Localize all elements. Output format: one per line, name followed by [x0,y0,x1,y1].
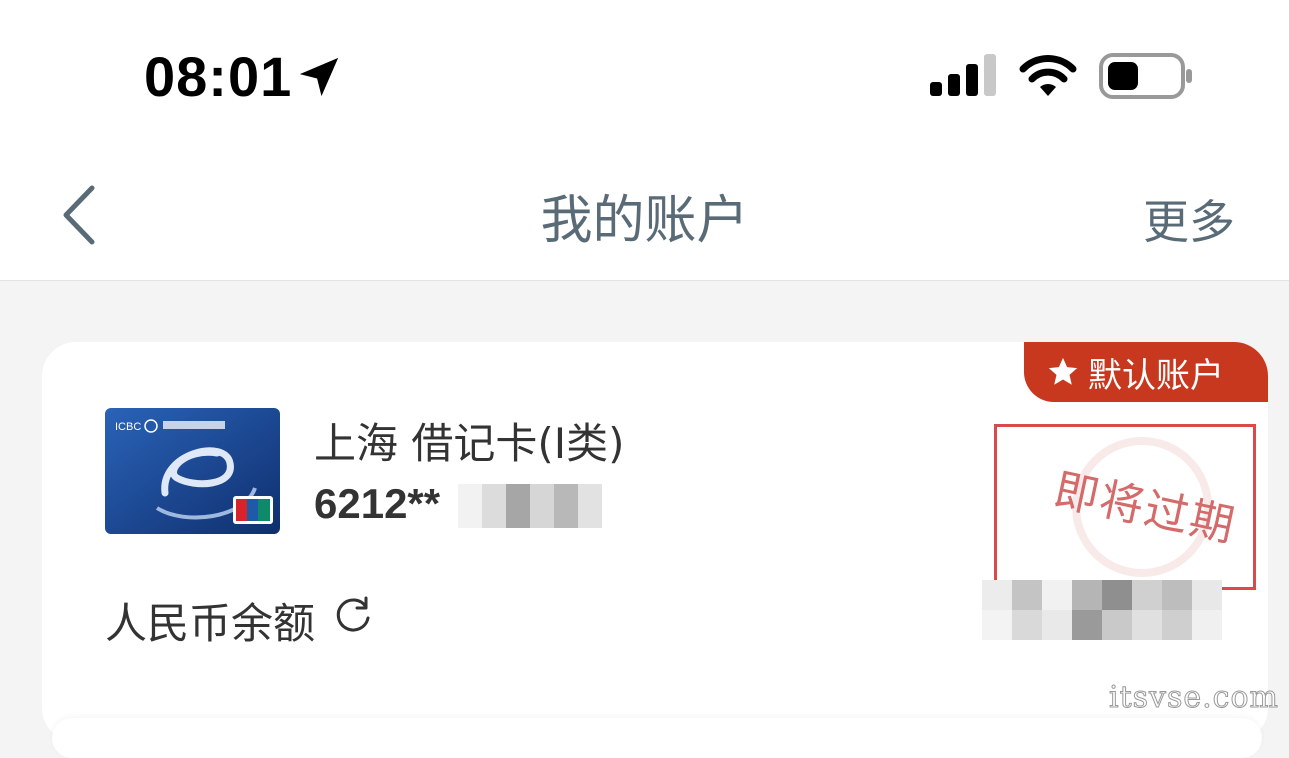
next-account-card[interactable] [52,718,1262,758]
status-time: 08:01 [144,45,293,108]
card-name: 上海 借记卡(Ⅰ类) [314,419,625,468]
masked-balance-mosaic [982,580,1222,640]
cellular-signal-icon [930,54,996,96]
star-icon [1048,357,1078,385]
more-button[interactable]: 更多 [1143,186,1235,252]
masked-card-number-mosaic [458,484,602,528]
wifi-icon [1019,55,1077,96]
battery-icon [1099,53,1192,99]
default-account-label: 默认账户 [1088,355,1224,396]
refresh-icon[interactable] [332,594,374,636]
card-number: 6212** [314,480,441,527]
default-account-badge: 默认账户 [1024,342,1268,402]
bank-card-thumbnail: ICBC [105,408,280,534]
svg-text:ICBC: ICBC [115,421,141,433]
status-bar: 08:01 [0,0,1289,150]
page-title: 我的账户 [540,191,749,251]
balance-label: 人民币余额 [105,599,316,648]
location-arrow-icon [299,57,339,97]
expiry-highlight-box [994,424,1256,590]
nav-bar: 我的账户 更多 [0,150,1289,281]
watermark: itsvse.com [1109,680,1279,716]
account-card[interactable]: 默认账户 ICBC 上海 借记卡(Ⅰ类) 6212** 即将过期 人民币余额 [42,342,1268,742]
